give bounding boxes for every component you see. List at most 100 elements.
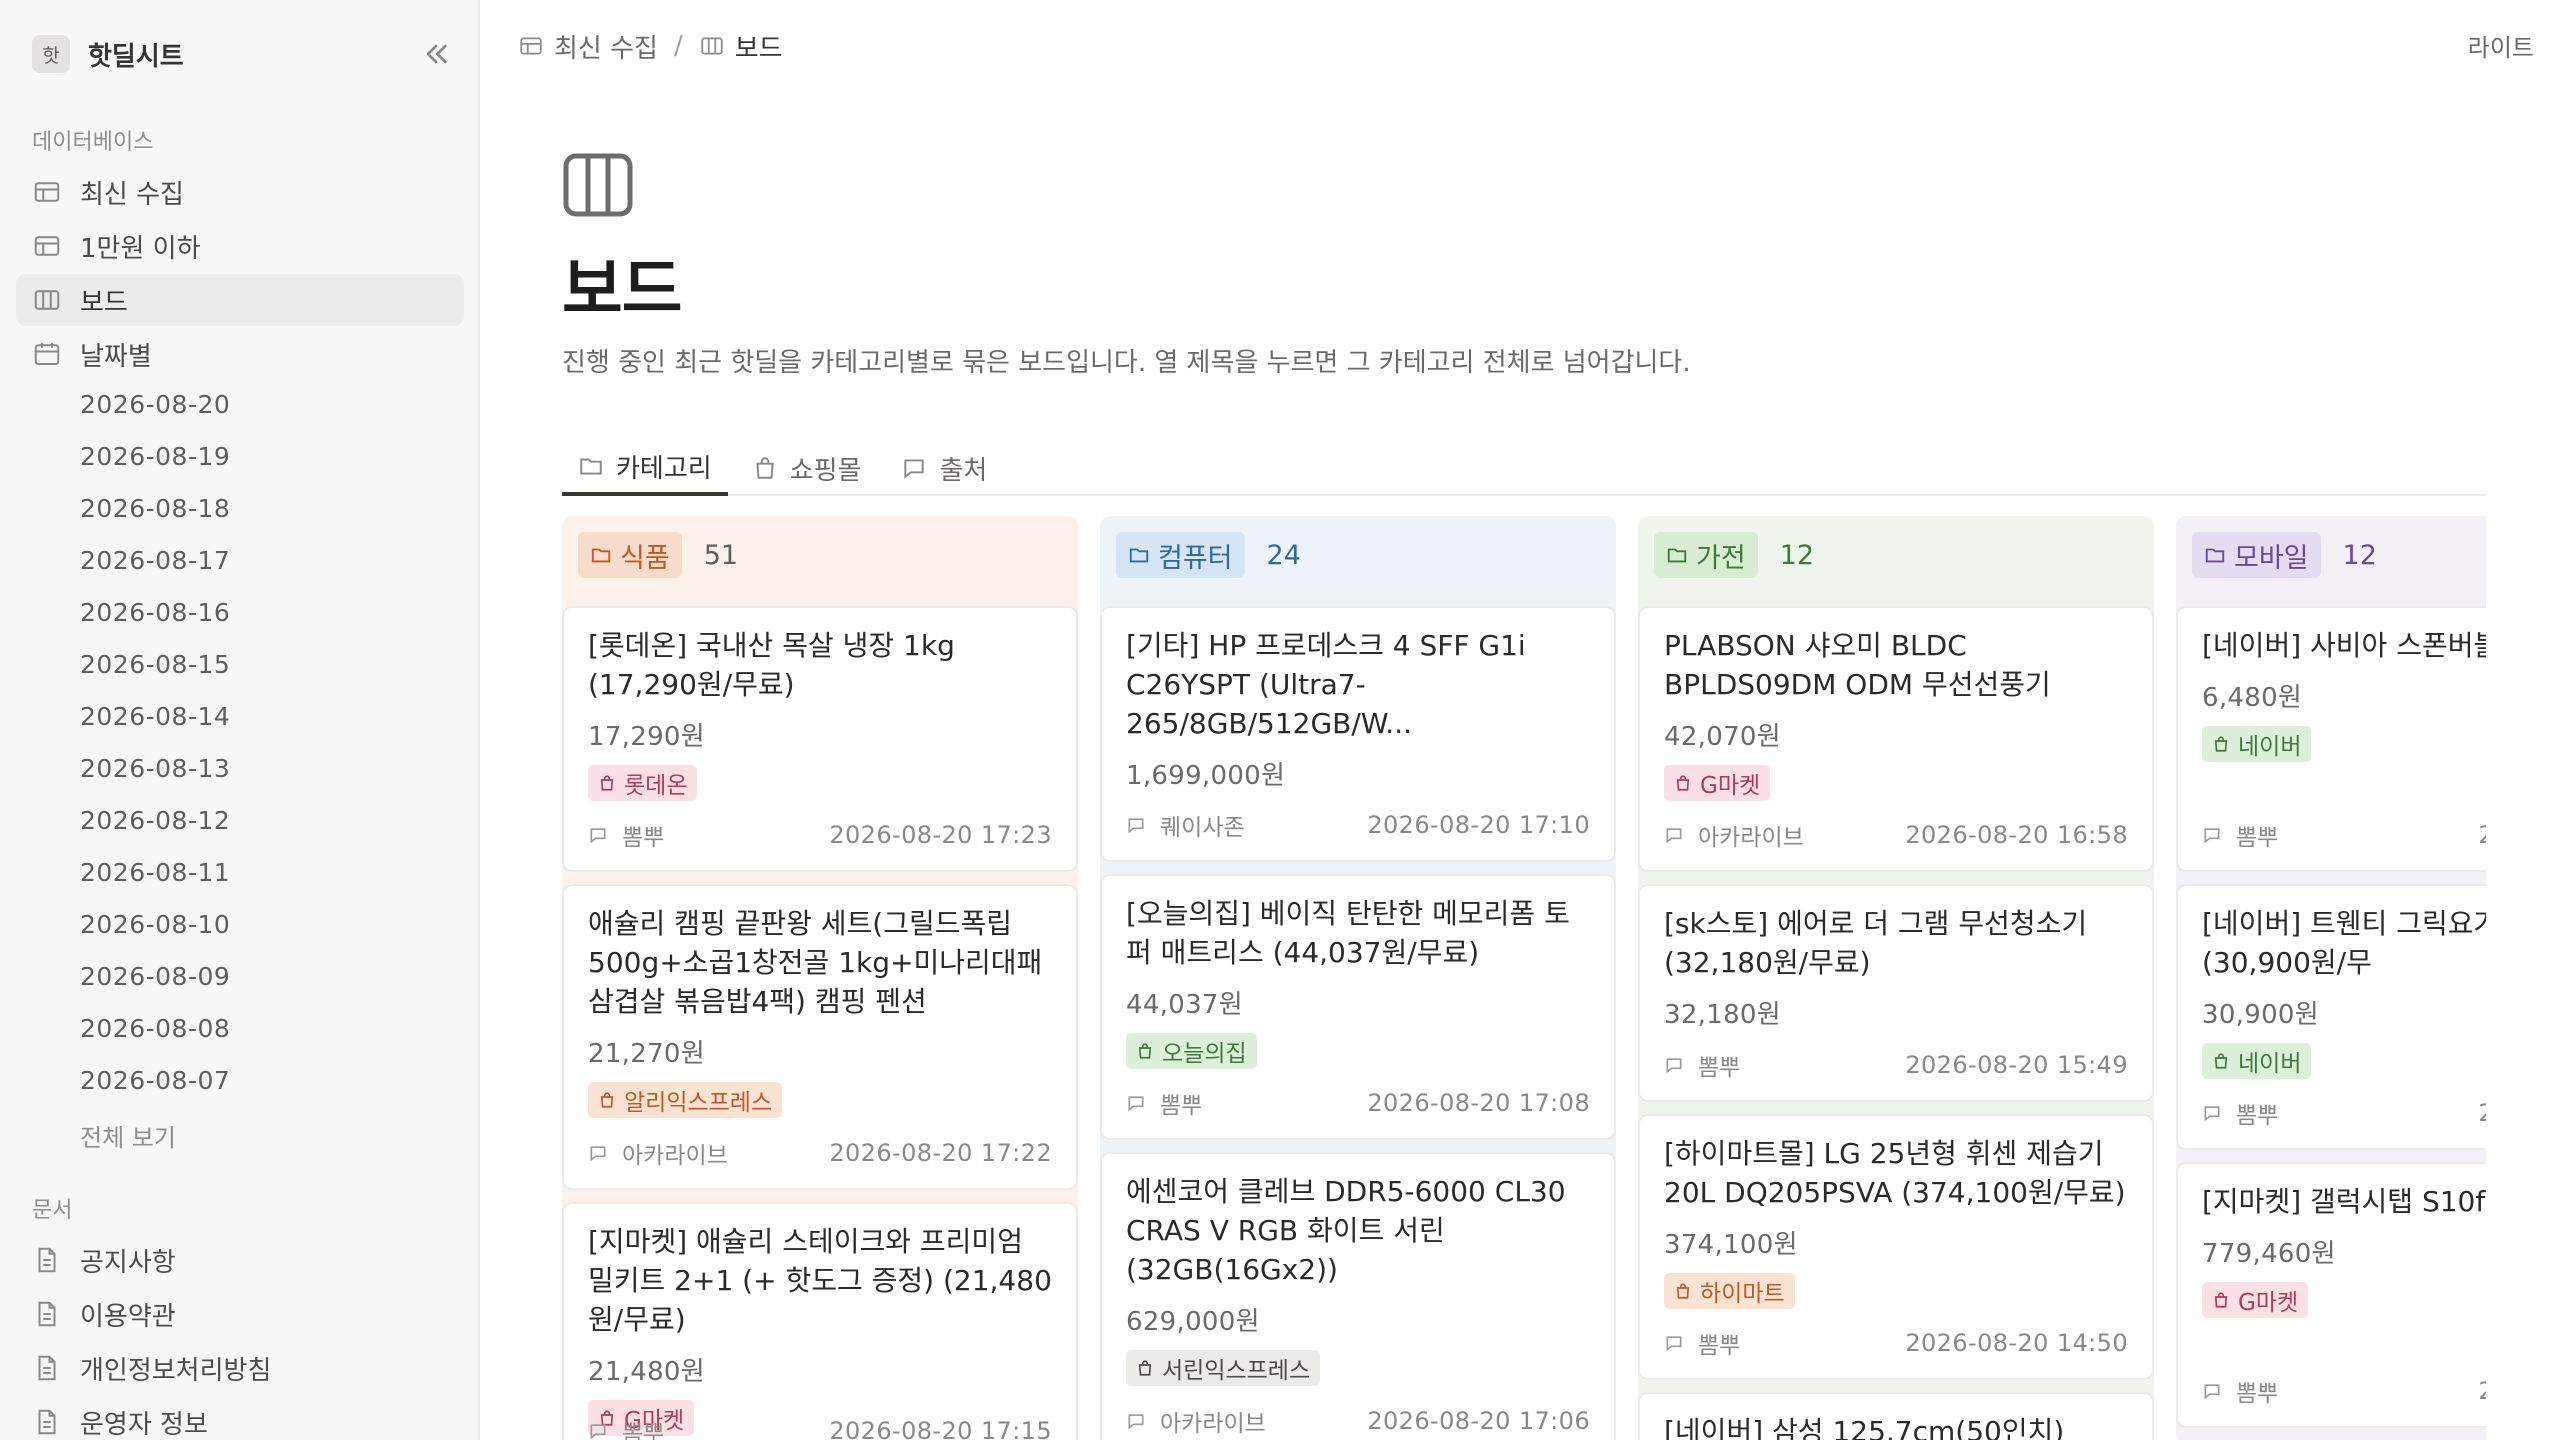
deal-card[interactable]: 에센코어 클레브 DDR5-6000 CL30 CRAS V RGB 화이트 서… (1100, 1152, 1616, 1440)
theme-toggle-button[interactable]: 라이트 (2468, 28, 2534, 63)
deal-card[interactable]: [롯데온] 국내산 목살 냉장 1kg (17,290원/무료) 17,290원… (562, 606, 1078, 872)
comment-icon (2202, 825, 2222, 845)
sidebar-item-privacy[interactable]: 개인정보처리방침 (16, 1342, 464, 1394)
sidebar-date-item[interactable]: 2026-08-08 (80, 1014, 230, 1043)
column-header[interactable]: 식품 51 (562, 516, 1078, 594)
shop-badge: 롯데온 (588, 765, 698, 801)
deal-source: 퀘이사존 (1160, 815, 1245, 841)
deal-card[interactable]: [네이버] 삼성 125.7cm(50인치) UHD (1638, 1392, 2154, 1440)
board-column-food: 식품 51 [롯데온] 국내산 목살 냉장 1kg (17,290원/무료) 1… (562, 516, 1078, 1440)
breadcrumb-parent-link[interactable]: 최신 수집 (554, 28, 658, 65)
category-name: 컴퓨터 (1158, 542, 1233, 574)
deal-footer: 뽐뿌 202 (2202, 818, 2486, 852)
board: 식품 51 [롯데온] 국내산 목살 냉장 1kg (17,290원/무료) 1… (562, 516, 2486, 1440)
deal-title: [네이버] 삼성 125.7cm(50인치) UHD (1664, 1415, 2065, 1440)
shop-name: G마켓 (1700, 773, 1761, 799)
board-icon (699, 33, 725, 59)
deal-title: 애슐리 캠핑 끝판왕 세트(그릴드폭립 500g+소곱1창전골 1kg+미나리대… (588, 907, 1043, 1018)
comment-icon (588, 1143, 608, 1163)
sidebar-date-item[interactable]: 2026-08-14 (80, 702, 230, 731)
sidebar-item-under-10000[interactable]: 1만원 이하 (16, 220, 464, 272)
folder-icon (590, 544, 612, 566)
deal-title: PLABSON 샤오미 BLDC BPLDS09DM ODM 무선선풍기 (1664, 629, 2051, 701)
deal-card[interactable]: [오늘의집] 베이직 탄탄한 메모리폼 토퍼 매트리스 (44,037원/무료)… (1100, 874, 1616, 1140)
collapse-sidebar-icon[interactable] (420, 38, 452, 70)
deal-card[interactable]: [하이마트몰] LG 25년형 휘센 제습기 20L DQ205PSVA (37… (1638, 1114, 2154, 1380)
category-pill[interactable]: 모바일 (2192, 532, 2321, 578)
sidebar-view-all-link[interactable]: 전체 보기 (80, 1118, 176, 1153)
deal-title: [기타] HP 프로데스크 4 SFF G1i C26YSPT (Ultra7-… (1126, 629, 1526, 740)
deal-price: 629,000원 (1126, 1307, 1260, 1337)
sidebar-item-notice[interactable]: 공지사항 (16, 1234, 464, 1286)
column-header[interactable]: 가전 12 (1638, 516, 2154, 594)
deal-card[interactable]: 애슐리 캠핑 끝판왕 세트(그릴드폭립 500g+소곱1창전골 1kg+미나리대… (562, 884, 1078, 1190)
sidebar-date-item[interactable]: 2026-08-09 (80, 962, 230, 991)
deal-footer: 뽐뿌 2026-08-20 14:50 (1664, 1326, 2128, 1360)
sidebar-date-item[interactable]: 2026-08-12 (80, 806, 230, 835)
comment-icon (588, 825, 608, 845)
column-header[interactable]: 컴퓨터 24 (1100, 516, 1616, 594)
folder-icon (578, 453, 604, 479)
category-pill[interactable]: 컴퓨터 (1116, 532, 1245, 578)
section-label-database: 데이터베이스 (32, 130, 154, 155)
table-icon (518, 33, 544, 59)
shopping-bag-icon (598, 1091, 616, 1109)
deal-source: 뽐뿌 (1698, 1333, 1741, 1359)
deal-card[interactable]: [지마켓] 애슐리 스테이크와 프리미엄 밀키트 2+1 (+ 핫도그 증정) … (562, 1202, 1078, 1440)
shop-name: 알리익스프레스 (624, 1090, 773, 1116)
deal-time: 202 (2478, 1099, 2486, 1127)
breadcrumb-separator: / (673, 31, 683, 61)
board-column-mobile: 모바일 12 [네이버] 사비아 스폰버블 "10개 (6,480원/네멤무배)… (2176, 516, 2486, 1440)
board-column-computer: 컴퓨터 24 [기타] HP 프로데스크 4 SFF G1i C26YSPT (… (1100, 516, 1616, 1440)
deal-time: 202 (2478, 821, 2486, 849)
sidebar-item-by-date[interactable]: 날짜별 (16, 328, 464, 380)
shop-name: 서린익스프레스 (1162, 1358, 1311, 1384)
deal-title: [sk스토] 에어로 더 그램 무선청소기 (32,180원/무료) (1664, 907, 2088, 979)
sidebar-date-item[interactable]: 2026-08-17 (80, 546, 230, 575)
tab-category[interactable]: 카테고리 (562, 440, 728, 496)
deal-card[interactable]: [기타] HP 프로데스크 4 SFF G1i C26YSPT (Ultra7-… (1100, 606, 1616, 862)
sidebar-item-operator[interactable]: 운영자 정보 (16, 1396, 464, 1440)
sidebar-date-item[interactable]: 2026-08-15 (80, 650, 230, 679)
tab-shopping-mall[interactable]: 쇼핑몰 (736, 440, 878, 496)
sidebar-item-latest[interactable]: 최신 수집 (16, 166, 464, 218)
deal-card[interactable]: [sk스토] 에어로 더 그램 무선청소기 (32,180원/무료) 32,18… (1638, 884, 2154, 1102)
workspace-header[interactable]: 핫 핫딜시트 (32, 34, 452, 74)
sidebar-date-item[interactable]: 2026-08-07 (80, 1066, 230, 1095)
sidebar-date-item[interactable]: 2026-08-10 (80, 910, 230, 939)
shop-name: 네이버 (2238, 734, 2302, 760)
deal-time: 2026-08-20 16:58 (1905, 821, 2128, 849)
sidebar-date-item[interactable]: 2026-08-20 (80, 390, 230, 419)
shop-badge: 서린익스프레스 (1126, 1350, 1321, 1386)
column-header[interactable]: 모바일 12 (2176, 516, 2486, 594)
shop-badge: 하이마트 (1664, 1273, 1795, 1309)
deal-card[interactable]: [네이버] 사비아 스폰버블 "10개 (6,480원/네멤무배) 6,480원… (2176, 606, 2486, 872)
tab-source[interactable]: 출처 (885, 440, 1003, 496)
deal-price: 17,290원 (588, 722, 705, 752)
deal-footer: 뽐뿌 2026-08-20 15:49 (1664, 1048, 2128, 1082)
comment-icon (1126, 815, 1146, 835)
category-pill[interactable]: 식품 (578, 532, 682, 578)
deal-card[interactable]: [지마켓] 갤럭시탭 S10fe- 무료) 779,460원 G마켓 뽐뿌 20… (2176, 1162, 2486, 1428)
deal-card[interactable]: [네이버] 트웬티 그릭요거트 폰 / 선착순 (30,900원/무 30,90… (2176, 884, 2486, 1150)
deal-source: 뽐뿌 (2236, 1381, 2279, 1407)
document-icon (32, 1353, 62, 1383)
sidebar-item-board[interactable]: 보드 (16, 274, 464, 326)
deal-time: 2026-08-20 17:23 (829, 821, 1052, 849)
sidebar-date-item[interactable]: 2026-08-11 (80, 858, 230, 887)
deal-price: 32,180원 (1664, 1000, 1781, 1030)
deal-card[interactable]: PLABSON 샤오미 BLDC BPLDS09DM ODM 무선선풍기 42,… (1638, 606, 2154, 872)
sidebar-item-terms[interactable]: 이용약관 (16, 1288, 464, 1340)
sidebar-date-item[interactable]: 2026-08-18 (80, 494, 230, 523)
shopping-bag-icon (1136, 1359, 1154, 1377)
sidebar-date-item[interactable]: 2026-08-13 (80, 754, 230, 783)
sidebar-date-item[interactable]: 2026-08-16 (80, 598, 230, 627)
deal-price: 21,270원 (588, 1039, 705, 1069)
deal-time: 2026-08-20 14:50 (1905, 1329, 2128, 1357)
folder-icon (2204, 544, 2226, 566)
category-pill[interactable]: 가전 (1654, 532, 1758, 578)
sidebar: 핫 핫딜시트 데이터베이스 최신 수집 1만원 이하 보드 날짜별 2026-0… (0, 0, 480, 1440)
comment-icon (901, 455, 927, 481)
deal-footer: 뽐뿌 202 (2202, 1374, 2486, 1408)
sidebar-date-item[interactable]: 2026-08-19 (80, 442, 230, 471)
